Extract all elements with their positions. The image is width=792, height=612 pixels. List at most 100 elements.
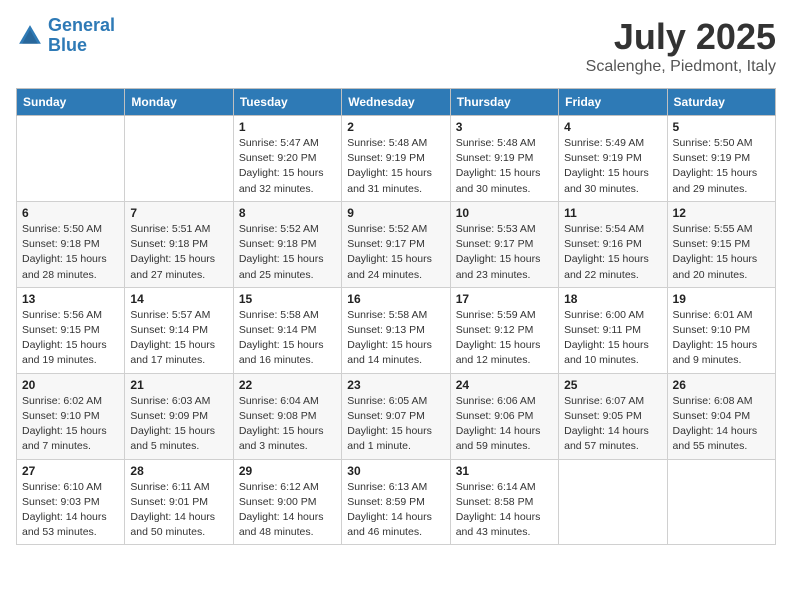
day-info: Sunrise: 5:48 AMSunset: 9:19 PMDaylight:… — [347, 136, 444, 197]
day-number: 11 — [564, 206, 661, 220]
day-info: Sunrise: 6:12 AMSunset: 9:00 PMDaylight:… — [239, 480, 336, 541]
calendar-cell: 11 Sunrise: 5:54 AMSunset: 9:16 PMDayligh… — [559, 201, 667, 287]
calendar-cell: 16 Sunrise: 5:58 AMSunset: 9:13 PMDayligh… — [342, 287, 450, 373]
day-number: 31 — [456, 464, 553, 478]
day-info: Sunrise: 6:01 AMSunset: 9:10 PMDaylight:… — [673, 308, 770, 369]
day-number: 29 — [239, 464, 336, 478]
logo: General Blue — [16, 16, 115, 56]
day-number: 27 — [22, 464, 119, 478]
weekday-header-saturday: Saturday — [667, 89, 775, 116]
day-info: Sunrise: 5:58 AMSunset: 9:14 PMDaylight:… — [239, 308, 336, 369]
week-row-4: 20 Sunrise: 6:02 AMSunset: 9:10 PMDayligh… — [17, 373, 776, 459]
day-info: Sunrise: 6:05 AMSunset: 9:07 PMDaylight:… — [347, 394, 444, 455]
day-number: 18 — [564, 292, 661, 306]
calendar-cell: 25 Sunrise: 6:07 AMSunset: 9:05 PMDayligh… — [559, 373, 667, 459]
day-info: Sunrise: 6:08 AMSunset: 9:04 PMDaylight:… — [673, 394, 770, 455]
day-info: Sunrise: 5:53 AMSunset: 9:17 PMDaylight:… — [456, 222, 553, 283]
calendar-cell — [559, 459, 667, 545]
day-number: 1 — [239, 120, 336, 134]
day-info: Sunrise: 5:59 AMSunset: 9:12 PMDaylight:… — [456, 308, 553, 369]
weekday-header-row: SundayMondayTuesdayWednesdayThursdayFrid… — [17, 89, 776, 116]
logo-text: General Blue — [48, 16, 115, 56]
calendar-cell: 18 Sunrise: 6:00 AMSunset: 9:11 PMDayligh… — [559, 287, 667, 373]
day-info: Sunrise: 5:47 AMSunset: 9:20 PMDaylight:… — [239, 136, 336, 197]
calendar-table: SundayMondayTuesdayWednesdayThursdayFrid… — [16, 88, 776, 545]
day-number: 7 — [130, 206, 227, 220]
calendar-cell: 26 Sunrise: 6:08 AMSunset: 9:04 PMDayligh… — [667, 373, 775, 459]
title-block: July 2025 Scalenghe, Piedmont, Italy — [586, 16, 776, 76]
day-number: 4 — [564, 120, 661, 134]
day-info: Sunrise: 5:51 AMSunset: 9:18 PMDaylight:… — [130, 222, 227, 283]
day-number: 23 — [347, 378, 444, 392]
calendar-cell: 15 Sunrise: 5:58 AMSunset: 9:14 PMDayligh… — [233, 287, 341, 373]
calendar-cell: 17 Sunrise: 5:59 AMSunset: 9:12 PMDayligh… — [450, 287, 558, 373]
day-info: Sunrise: 5:57 AMSunset: 9:14 PMDaylight:… — [130, 308, 227, 369]
calendar-cell — [667, 459, 775, 545]
calendar-cell: 22 Sunrise: 6:04 AMSunset: 9:08 PMDayligh… — [233, 373, 341, 459]
day-number: 30 — [347, 464, 444, 478]
calendar-cell: 31Sunrise: 6:14 AMSunset: 8:58 PMDayligh… — [450, 459, 558, 545]
calendar-cell — [125, 116, 233, 202]
day-number: 3 — [456, 120, 553, 134]
day-number: 14 — [130, 292, 227, 306]
day-info: Sunrise: 6:03 AMSunset: 9:09 PMDaylight:… — [130, 394, 227, 455]
day-number: 21 — [130, 378, 227, 392]
calendar-cell: 29 Sunrise: 6:12 AMSunset: 9:00 PMDayligh… — [233, 459, 341, 545]
day-number: 16 — [347, 292, 444, 306]
calendar-cell: 24Sunrise: 6:06 AMSunset: 9:06 PMDayligh… — [450, 373, 558, 459]
day-info: Sunrise: 5:52 AMSunset: 9:18 PMDaylight:… — [239, 222, 336, 283]
day-number: 10 — [456, 206, 553, 220]
day-number: 20 — [22, 378, 119, 392]
calendar-cell: 23 Sunrise: 6:05 AMSunset: 9:07 PMDayligh… — [342, 373, 450, 459]
calendar-cell: 9 Sunrise: 5:52 AMSunset: 9:17 PMDaylight… — [342, 201, 450, 287]
day-info: Sunrise: 5:52 AMSunset: 9:17 PMDaylight:… — [347, 222, 444, 283]
week-row-5: 27 Sunrise: 6:10 AMSunset: 9:03 PMDayligh… — [17, 459, 776, 545]
weekday-header-sunday: Sunday — [17, 89, 125, 116]
day-number: 22 — [239, 378, 336, 392]
calendar-cell: 27 Sunrise: 6:10 AMSunset: 9:03 PMDayligh… — [17, 459, 125, 545]
day-info: Sunrise: 5:58 AMSunset: 9:13 PMDaylight:… — [347, 308, 444, 369]
calendar-cell: 21 Sunrise: 6:03 AMSunset: 9:09 PMDayligh… — [125, 373, 233, 459]
calendar-cell: 28 Sunrise: 6:11 AMSunset: 9:01 PMDayligh… — [125, 459, 233, 545]
day-info: Sunrise: 5:50 AMSunset: 9:19 PMDaylight:… — [673, 136, 770, 197]
day-number: 25 — [564, 378, 661, 392]
day-number: 17 — [456, 292, 553, 306]
day-number: 24 — [456, 378, 553, 392]
day-info: Sunrise: 6:10 AMSunset: 9:03 PMDaylight:… — [22, 480, 119, 541]
day-info: Sunrise: 6:11 AMSunset: 9:01 PMDaylight:… — [130, 480, 227, 541]
calendar-cell: 1 Sunrise: 5:47 AMSunset: 9:20 PMDaylight… — [233, 116, 341, 202]
calendar-cell: 12Sunrise: 5:55 AMSunset: 9:15 PMDayligh… — [667, 201, 775, 287]
day-info: Sunrise: 5:56 AMSunset: 9:15 PMDaylight:… — [22, 308, 119, 369]
day-number: 19 — [673, 292, 770, 306]
week-row-3: 13 Sunrise: 5:56 AMSunset: 9:15 PMDayligh… — [17, 287, 776, 373]
calendar-cell: 14 Sunrise: 5:57 AMSunset: 9:14 PMDayligh… — [125, 287, 233, 373]
calendar-cell — [17, 116, 125, 202]
day-number: 15 — [239, 292, 336, 306]
calendar-cell: 4Sunrise: 5:49 AMSunset: 9:19 PMDaylight… — [559, 116, 667, 202]
weekday-header-thursday: Thursday — [450, 89, 558, 116]
calendar-cell: 6Sunrise: 5:50 AMSunset: 9:18 PMDaylight… — [17, 201, 125, 287]
weekday-header-wednesday: Wednesday — [342, 89, 450, 116]
day-info: Sunrise: 6:07 AMSunset: 9:05 PMDaylight:… — [564, 394, 661, 455]
day-info: Sunrise: 5:54 AMSunset: 9:16 PMDaylight:… — [564, 222, 661, 283]
weekday-header-monday: Monday — [125, 89, 233, 116]
page-header: General Blue July 2025 Scalenghe, Piedmo… — [16, 16, 776, 76]
calendar-cell: 3Sunrise: 5:48 AMSunset: 9:19 PMDaylight… — [450, 116, 558, 202]
day-info: Sunrise: 6:00 AMSunset: 9:11 PMDaylight:… — [564, 308, 661, 369]
day-number: 8 — [239, 206, 336, 220]
day-number: 9 — [347, 206, 444, 220]
day-info: Sunrise: 6:02 AMSunset: 9:10 PMDaylight:… — [22, 394, 119, 455]
day-number: 13 — [22, 292, 119, 306]
day-number: 6 — [22, 206, 119, 220]
day-number: 12 — [673, 206, 770, 220]
location: Scalenghe, Piedmont, Italy — [586, 58, 776, 76]
day-number: 28 — [130, 464, 227, 478]
day-info: Sunrise: 6:04 AMSunset: 9:08 PMDaylight:… — [239, 394, 336, 455]
day-number: 5 — [673, 120, 770, 134]
calendar-cell: 30Sunrise: 6:13 AMSunset: 8:59 PMDayligh… — [342, 459, 450, 545]
calendar-cell: 2 Sunrise: 5:48 AMSunset: 9:19 PMDaylight… — [342, 116, 450, 202]
calendar-cell: 8 Sunrise: 5:52 AMSunset: 9:18 PMDaylight… — [233, 201, 341, 287]
day-number: 2 — [347, 120, 444, 134]
day-number: 26 — [673, 378, 770, 392]
weekday-header-friday: Friday — [559, 89, 667, 116]
